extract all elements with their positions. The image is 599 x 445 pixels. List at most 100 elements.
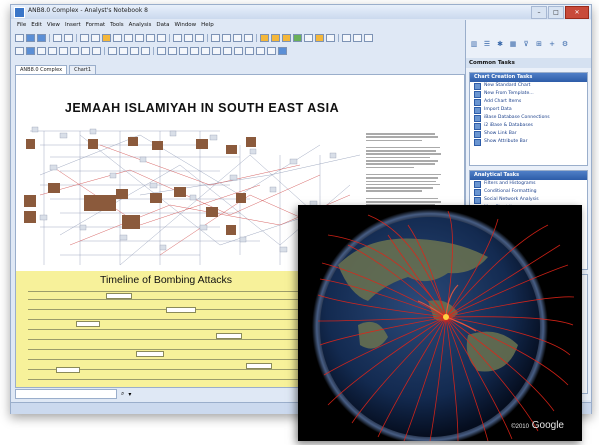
open-icon[interactable] [26, 33, 35, 42]
arrange-icon[interactable] [168, 46, 177, 55]
menu-edit[interactable]: Edit [31, 20, 42, 30]
paste-icon[interactable] [135, 33, 144, 42]
table-view-icon[interactable] [233, 33, 242, 42]
shape-dropdown-icon[interactable] [179, 46, 188, 55]
task-show-attribute-bar[interactable]: Show Attribute Bar [470, 138, 587, 146]
analysis-icon[interactable] [293, 33, 302, 42]
chevron-down-icon[interactable]: ▾ [128, 391, 131, 398]
task-import-data[interactable]: Import Data [470, 106, 587, 114]
tab-anb-complex[interactable]: ANB8.0 Complex [15, 65, 68, 74]
print-preview-icon[interactable] [64, 33, 73, 42]
task-add-chart-items[interactable]: Add Chart Items [470, 98, 587, 106]
arrow-dropdown-icon[interactable] [234, 46, 243, 55]
timeline-event[interactable] [216, 333, 242, 339]
link-icon[interactable] [26, 46, 35, 55]
timeline-view-icon[interactable] [244, 33, 253, 42]
network-icon[interactable] [304, 33, 313, 42]
maximize-button[interactable]: □ [548, 6, 564, 19]
task-database-connections[interactable]: iBase Database Connections [470, 114, 587, 122]
undo-icon[interactable] [80, 33, 89, 42]
timeline-event[interactable] [246, 363, 272, 369]
section-header[interactable]: Chart Creation Tasks [470, 73, 587, 82]
find-icon[interactable] [173, 33, 182, 42]
timeline-event[interactable] [56, 367, 80, 373]
save-icon[interactable] [37, 33, 46, 42]
section-header[interactable]: Analytical Tasks [470, 171, 587, 180]
task-social-network-analysis[interactable]: Social Network Analysis [470, 196, 587, 204]
map-icon[interactable] [342, 33, 351, 42]
print-icon[interactable] [53, 33, 62, 42]
path-icon[interactable] [326, 33, 335, 42]
event-frame-icon[interactable] [81, 46, 90, 55]
copy-icon[interactable] [124, 33, 133, 42]
highlight-icon[interactable] [260, 33, 269, 42]
font-icon[interactable] [267, 46, 276, 55]
font-color-icon[interactable] [256, 46, 265, 55]
menu-format[interactable]: Format [86, 20, 105, 30]
color-dropdown-icon[interactable] [212, 46, 221, 55]
redo-icon[interactable] [91, 33, 100, 42]
layout-icon[interactable]: ⊞ [534, 40, 544, 49]
zoom-in-icon[interactable] [146, 33, 155, 42]
menu-tools[interactable]: Tools [110, 20, 124, 30]
distribute-icon[interactable] [141, 46, 150, 55]
network-icon[interactable]: ✱ [495, 40, 505, 49]
label-icon[interactable] [59, 46, 68, 55]
search-icon[interactable]: ⌕ [121, 390, 124, 398]
timeline-event[interactable] [106, 293, 132, 299]
select-tool-icon[interactable] [102, 33, 111, 42]
line-dropdown-icon[interactable] [190, 46, 199, 55]
task-conditional-formatting[interactable]: Conditional Formatting [470, 188, 587, 196]
align-left-icon[interactable] [108, 46, 117, 55]
search-input[interactable] [15, 389, 117, 399]
layout-icon[interactable] [184, 33, 193, 42]
zoom-out-icon[interactable] [157, 33, 166, 42]
chart-icon[interactable]: ▥ [469, 40, 479, 49]
menu-window[interactable]: Window [174, 20, 196, 30]
close-button[interactable]: ✕ [565, 6, 589, 19]
cluster-icon[interactable] [315, 33, 324, 42]
filter-icon[interactable] [282, 33, 291, 42]
task-show-link-bar[interactable]: Show Link Bar [470, 130, 587, 138]
grid-icon[interactable] [195, 33, 204, 42]
task-ibase-databases[interactable]: i2 iBase & Databases [470, 122, 587, 130]
tab-chart1[interactable]: Chart1 [69, 65, 96, 74]
globe-icon[interactable] [278, 46, 287, 55]
entity-icon[interactable] [15, 46, 24, 55]
circle-icon[interactable] [48, 46, 57, 55]
settings-icon[interactable]: ⚙ [560, 40, 570, 49]
width-dropdown-icon[interactable] [223, 46, 232, 55]
add-icon[interactable]: + [547, 40, 557, 49]
title-bar[interactable]: ANB8.0 Complex - Analyst's Notebook 8 – … [11, 5, 591, 19]
filter-icon[interactable]: ⊽ [521, 40, 531, 49]
fill-dropdown-icon[interactable] [201, 46, 210, 55]
new-icon[interactable] [15, 33, 24, 42]
grid-icon[interactable]: ▦ [508, 40, 518, 49]
align-center-icon[interactable] [119, 46, 128, 55]
list-icon[interactable]: ☰ [482, 40, 492, 49]
box-icon[interactable] [37, 46, 46, 55]
minimize-button[interactable]: – [531, 6, 547, 19]
timeline-event[interactable] [76, 321, 100, 327]
cut-icon[interactable] [113, 33, 122, 42]
chart-view-icon[interactable] [211, 33, 220, 42]
timeline-event[interactable] [166, 307, 196, 313]
back-icon[interactable] [353, 33, 362, 42]
timeline-event[interactable] [136, 351, 164, 357]
menu-data[interactable]: Data [156, 20, 169, 30]
menu-analysis[interactable]: Analysis [129, 20, 152, 30]
menu-file[interactable]: File [17, 20, 26, 30]
list-view-icon[interactable] [222, 33, 231, 42]
menu-help[interactable]: Help [201, 20, 214, 30]
menu-insert[interactable]: Insert [65, 20, 81, 30]
google-earth-overlay[interactable]: ©2010 Google [298, 205, 582, 441]
task-new-from-template[interactable]: New From Template... [470, 90, 587, 98]
style-dropdown-icon[interactable] [245, 46, 254, 55]
forward-icon[interactable] [364, 33, 373, 42]
task-filters-histograms[interactable]: Filters and Histograms [470, 180, 587, 188]
add-icon[interactable] [157, 46, 166, 55]
task-new-standard-chart[interactable]: New Standard Chart [470, 82, 587, 90]
align-right-icon[interactable] [130, 46, 139, 55]
attribute-icon[interactable] [92, 46, 101, 55]
conditional-format-icon[interactable] [271, 33, 280, 42]
